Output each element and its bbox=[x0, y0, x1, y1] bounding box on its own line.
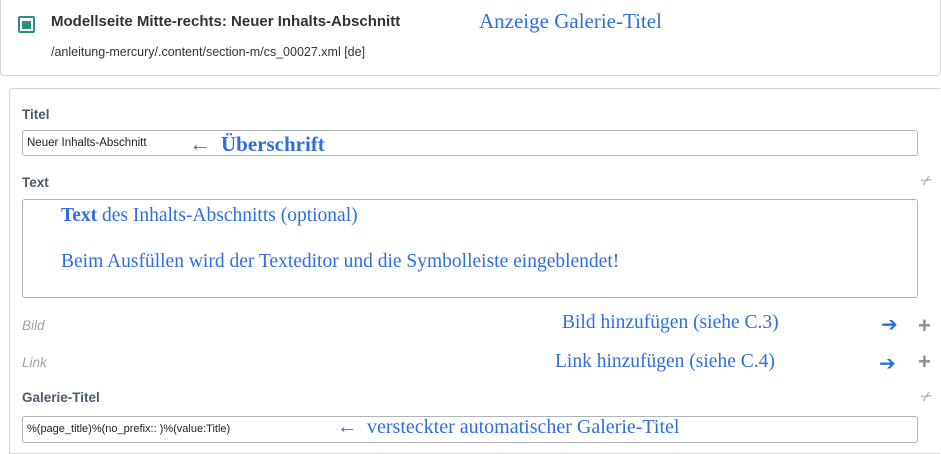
annotation-text-bold: Text bbox=[61, 205, 98, 226]
galerie-titel-value: %(page_title)%(no_prefix:: )%(value:Titl… bbox=[27, 423, 231, 435]
annotation-text: des Inhalts-Abschnitts (optional) bbox=[97, 205, 358, 226]
titel-label: Titel bbox=[22, 107, 50, 122]
titel-value: Neuer Inhalts-Abschnitt bbox=[27, 137, 147, 149]
galerie-titel-label: Galerie-Titel bbox=[22, 390, 100, 405]
annotation-galerie-titel: versteckter automatischer Galerie-Titel bbox=[367, 416, 680, 438]
header-title: Modellseite Mitte-rechts: Neuer Inhalts-… bbox=[51, 13, 401, 30]
bild-label: Bild bbox=[22, 318, 45, 333]
annotation-gallery-title: Anzeige Galerie-Titel bbox=[479, 9, 662, 33]
editor-header: Modellseite Mitte-rechts: Neuer Inhalts-… bbox=[0, 0, 941, 76]
text-editor[interactable]: Text des Inhalts-Abschnitts (optional) B… bbox=[22, 199, 918, 298]
arrow-left-icon: ← bbox=[189, 131, 211, 156]
text-label: Text bbox=[22, 175, 49, 190]
header-path: /anleitung-mercury/.content/section-m/cs… bbox=[51, 45, 366, 59]
galerie-titel-input[interactable]: %(page_title)%(no_prefix:: )%(value:Titl… bbox=[22, 416, 918, 443]
arrow-right-icon: ➔ bbox=[881, 314, 898, 336]
titel-input[interactable]: Neuer Inhalts-Abschnitt ← Überschrift bbox=[22, 130, 918, 156]
annotation-link: Link hinzufügen (siehe C.4) bbox=[555, 351, 775, 372]
link-label: Link bbox=[22, 355, 47, 370]
arrow-left-icon: ← bbox=[337, 416, 357, 438]
content-section-icon bbox=[18, 16, 35, 33]
annotation-ueberschrift: Überschrift bbox=[221, 131, 325, 156]
annotation-bild: Bild hinzufügen (siehe C.3) bbox=[562, 312, 779, 333]
add-link-plus-icon[interactable]: + bbox=[918, 351, 931, 373]
arrow-right-icon: ➔ bbox=[879, 353, 896, 375]
annotation-texteditor: Beim Ausfüllen wird der Texteditor und d… bbox=[61, 251, 620, 272]
add-bild-plus-icon[interactable]: + bbox=[918, 315, 931, 337]
